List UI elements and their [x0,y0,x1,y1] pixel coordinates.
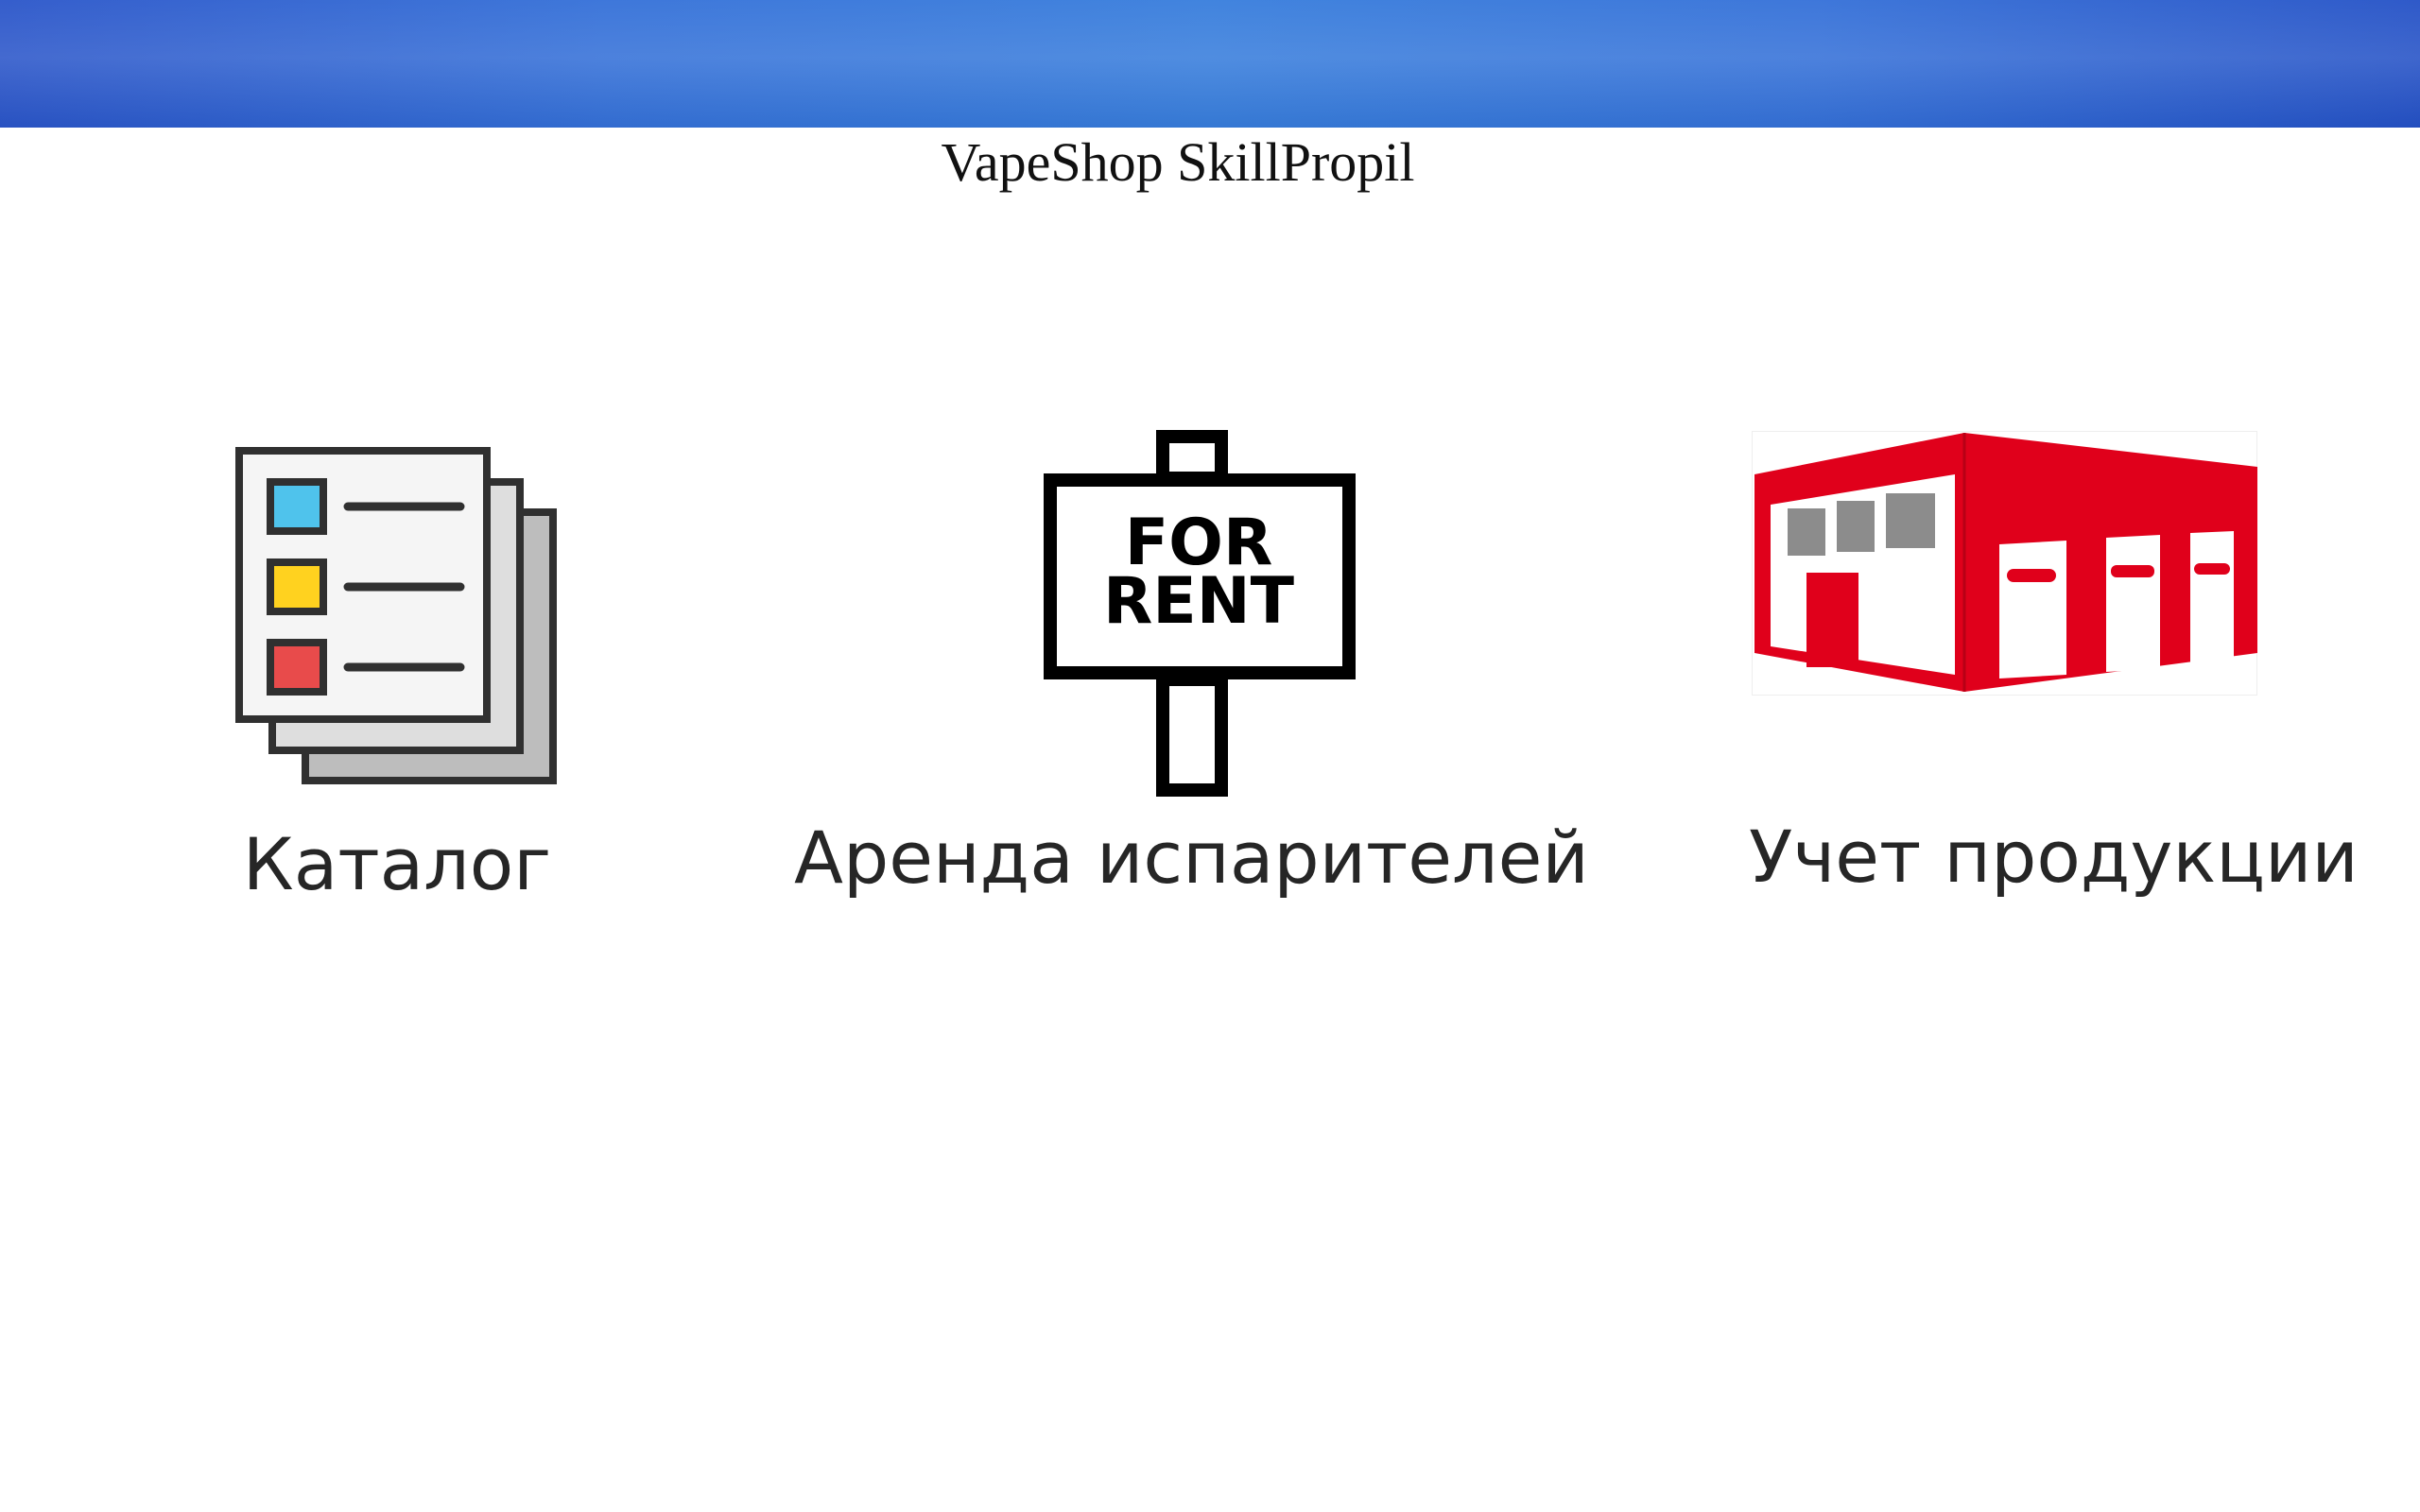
product-accounting-tile[interactable]: Учет продукции [1749,427,2359,919]
for-rent-sign-icon: FOR RENT [1044,430,1356,797]
header-bar [0,0,2420,128]
app-title: VapeShop SkillPropil [941,131,1415,193]
product-accounting-label: Учет продукции [1749,815,2359,899]
catalog-label: Каталог [242,822,552,906]
catalog-document-stack-icon [235,447,557,784]
warehouse-building-icon [1752,431,2257,696]
catalog-tile[interactable]: Каталог [189,416,624,926]
vaporizer-rental-label: Аренда испарителей [794,816,1589,900]
for-rent-sign-line2: RENT [1103,564,1295,639]
vaporizer-rental-tile[interactable]: FOR RENT Аренда испарителей [794,430,1589,921]
